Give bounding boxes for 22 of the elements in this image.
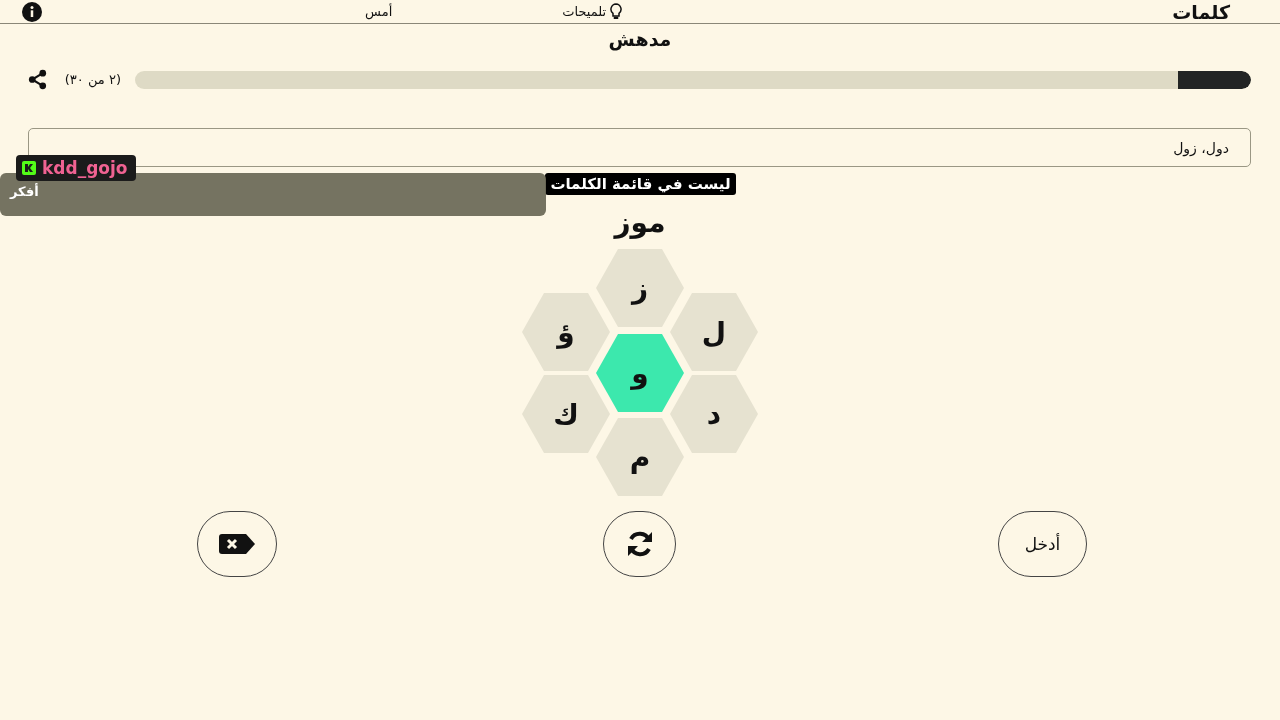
backspace-icon <box>219 534 255 554</box>
app-logo: كلمات <box>1172 0 1230 23</box>
share-icon[interactable] <box>27 69 48 90</box>
lightbulb-icon <box>610 3 623 20</box>
yesterday-link[interactable]: أمس <box>365 4 393 19</box>
k-logo-icon <box>22 161 36 175</box>
word-count: (٢ من ٣٠) <box>63 72 121 87</box>
letter-tile[interactable]: و <box>596 334 684 412</box>
toast-message: ليست في قائمة الكلمات <box>545 173 736 195</box>
info-icon[interactable] <box>22 1 42 22</box>
rank-title: مدهش <box>607 28 673 53</box>
letter-tile[interactable]: د <box>670 375 758 453</box>
current-word: موز <box>612 205 667 241</box>
chat-message: أفكر <box>10 184 39 199</box>
letter-tile[interactable]: م <box>596 418 684 496</box>
found-words: دول، زول <box>1173 139 1229 156</box>
letter-tile[interactable]: ؤ <box>522 293 610 371</box>
letter-tile[interactable]: ز <box>596 249 684 327</box>
hints-link[interactable]: تلميحات <box>562 3 623 20</box>
letter-tile[interactable]: ك <box>522 375 610 453</box>
letter-tile[interactable]: ل <box>670 293 758 371</box>
chat-username-badge: kdd_gojo <box>16 155 136 181</box>
